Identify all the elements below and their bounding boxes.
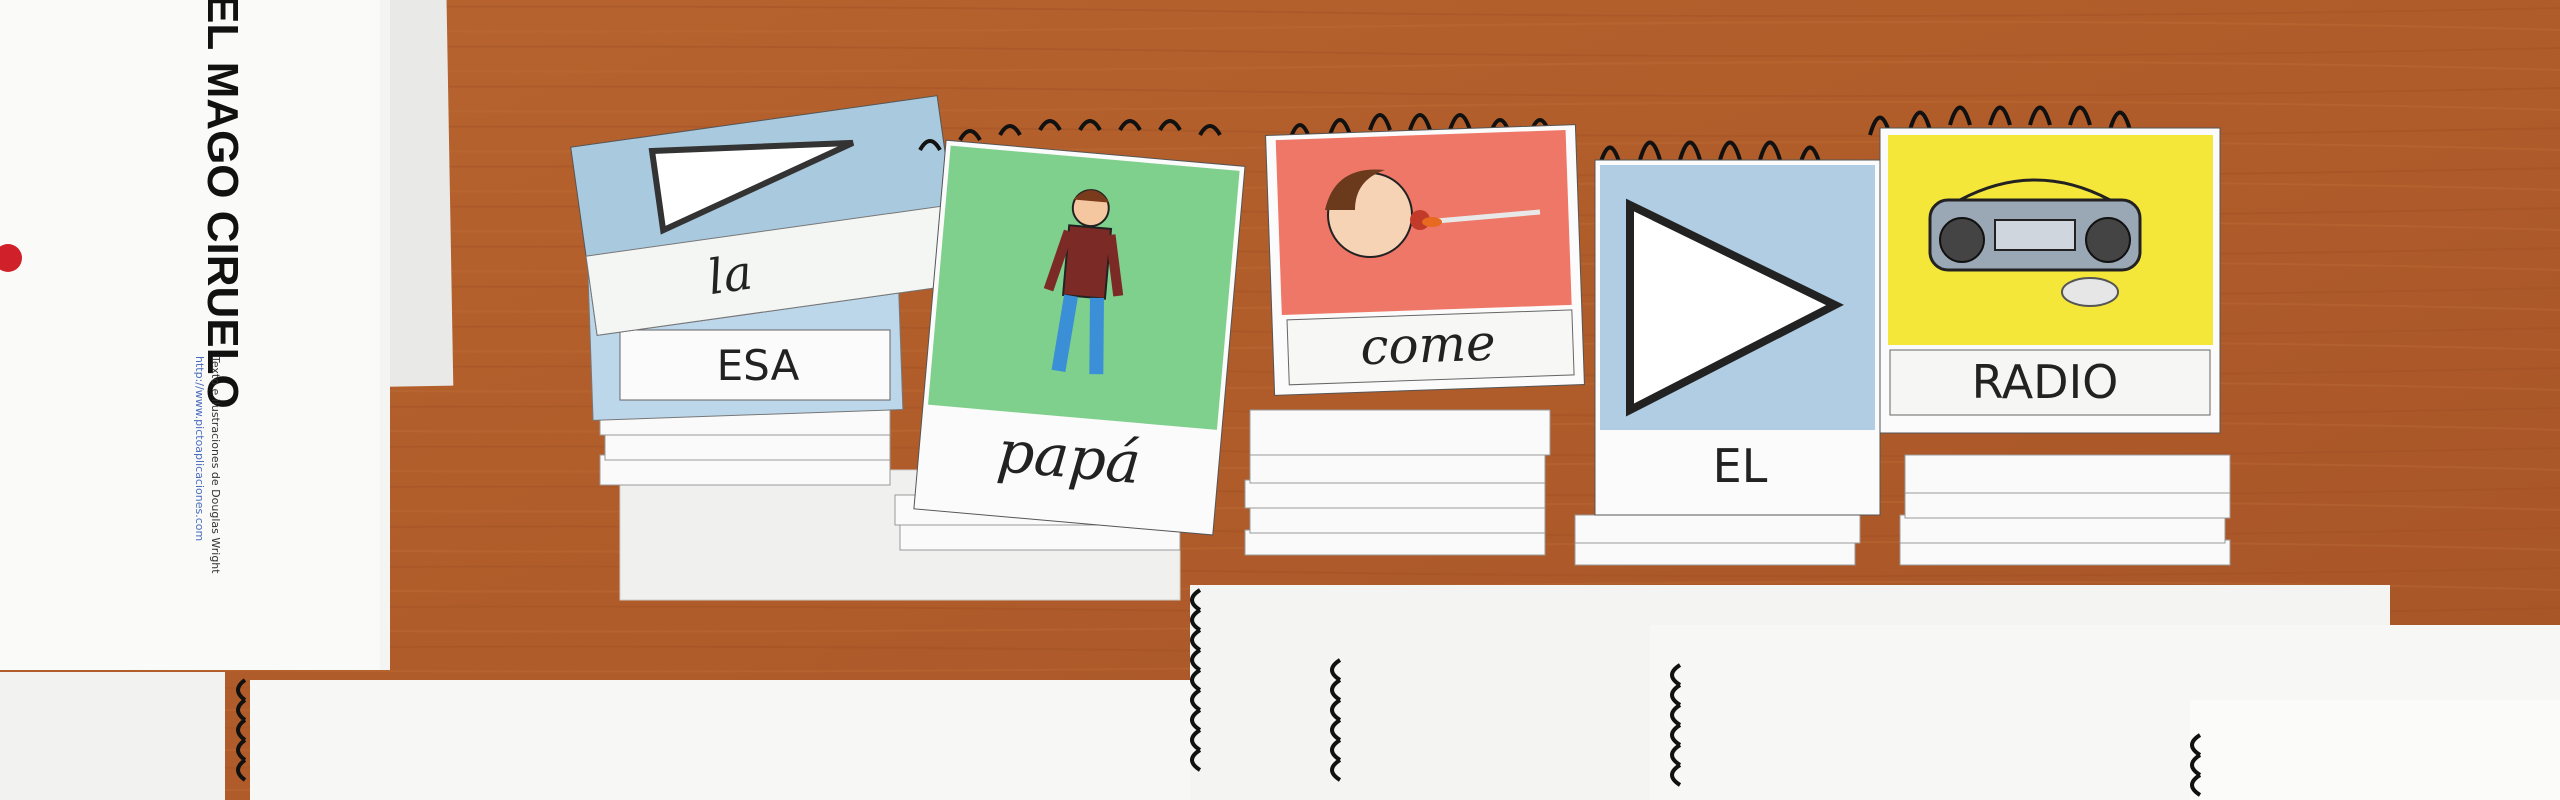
flipbook-come: come (1244, 113, 1585, 556)
flipbook-top-label: papá (995, 417, 1144, 497)
book: EL MAGO CIRUELO Texto e ilustraciones de… (0, 0, 454, 670)
flipbook-radio: RADIO (1868, 105, 2231, 566)
book-credit-line-2: http://www.pictoaplicaciones.com (193, 356, 206, 541)
flipbook-top-label: EL (1713, 439, 1768, 493)
book-title: EL MAGO CIRUELO (198, 0, 247, 409)
flipbook-top-label: come (1359, 314, 1496, 377)
flipbook-under-label: ESA (717, 341, 800, 390)
book-credit-line-1: Texto e ilustraciones de Douglas Wright (209, 355, 222, 574)
flipbook-papa: papá (894, 119, 1246, 551)
flipbook-el: EL (1574, 140, 1881, 566)
photo-scene: EL MAGO CIRUELO Texto e ilustraciones de… (0, 0, 2560, 800)
flipbook-top-label: RADIO (1972, 355, 2119, 409)
flipbook-top-label: la (704, 245, 755, 307)
